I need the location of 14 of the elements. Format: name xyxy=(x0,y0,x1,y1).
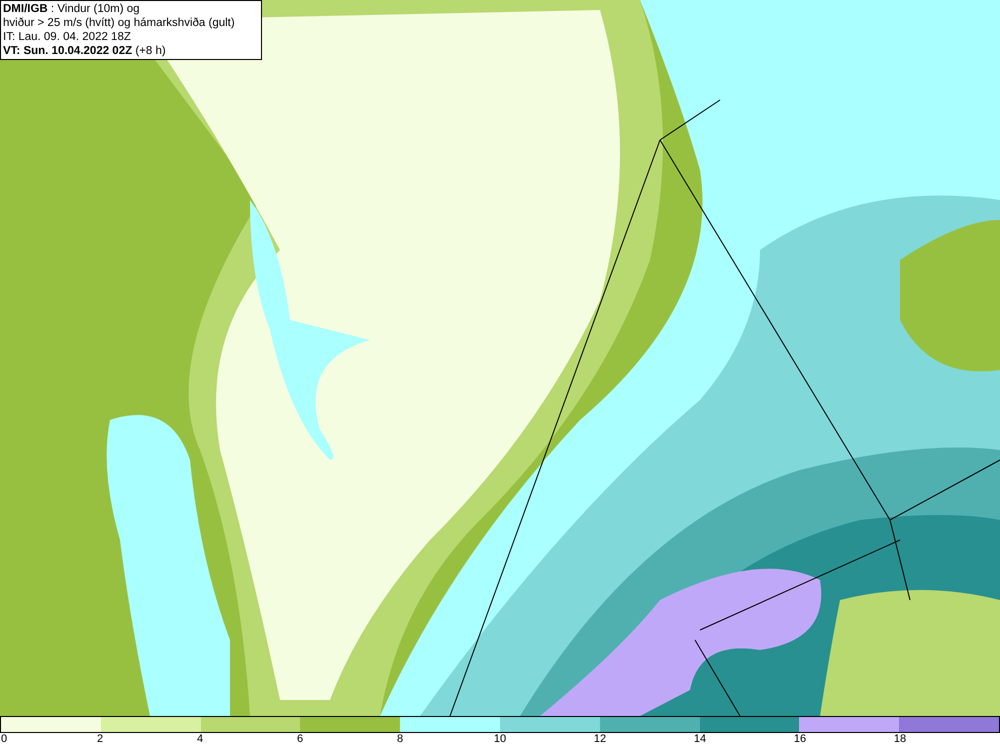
scale-label: 8 xyxy=(396,733,404,746)
info-line: DMI/IGB : Vindur (10m) og xyxy=(3,2,141,16)
scale-label: 6 xyxy=(296,733,304,746)
scale-label: 2 xyxy=(96,733,104,746)
scale-label: 12 xyxy=(594,733,606,746)
scale-label: 14 xyxy=(694,733,706,746)
scale-label: 0 xyxy=(0,733,8,746)
info-line: hviður > 25 m/s (hvítt) og hámarkshviða (gult) xyxy=(3,16,236,30)
scale-label: 4 xyxy=(196,733,204,746)
scale-label: 16 xyxy=(794,733,806,746)
scale-label: 18 xyxy=(894,733,906,746)
info-line: IT: Lau. 09. 04. 2022 18Z xyxy=(3,30,132,44)
info-line: VT: Sun. 10.04.2022 02Z (+8 h) xyxy=(3,44,167,58)
scale-label: 10 xyxy=(494,733,506,746)
